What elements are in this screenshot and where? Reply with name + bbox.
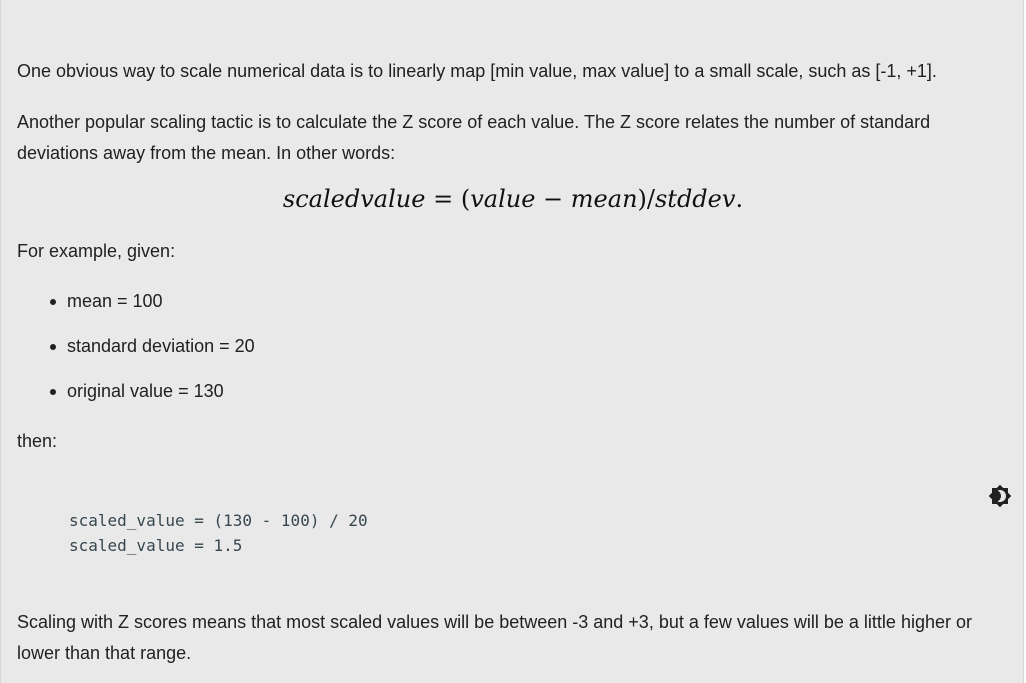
formula-period: . <box>735 185 744 213</box>
formula-stddev: stddev <box>654 185 736 213</box>
code-line: scaled_value = (130 - 100) / 20 <box>69 511 368 530</box>
list-item-text: mean = 100 <box>67 291 163 311</box>
formula-close-paren: )/ <box>637 185 655 213</box>
bullet-icon <box>50 344 56 350</box>
formula-mean: mean <box>570 185 638 213</box>
formula-minus: − <box>543 185 564 213</box>
formula-open-paren: ( <box>460 185 471 213</box>
bullet-icon <box>50 299 56 305</box>
formula-equals: = <box>433 185 454 213</box>
paragraph-z-score-range: Scaling with Z scores means that most sc… <box>17 612 972 663</box>
bullet-icon <box>50 389 56 395</box>
code-block: scaled_value = (130 - 100) / 20 scaled_va… <box>69 508 368 558</box>
formula-lhs: scaledvalue <box>282 185 426 213</box>
formula-value: value <box>470 185 536 213</box>
code-line: scaled_value = 1.5 <box>69 536 243 555</box>
brightness-icon-svg <box>988 484 1012 508</box>
list-item-text: standard deviation = 20 <box>67 336 255 356</box>
paragraph-z-score-intro: Another popular scaling tactic is to cal… <box>17 112 931 163</box>
list-item: standard deviation = 20 <box>17 331 255 376</box>
paragraph-example-given: For example, given: <box>17 241 176 261</box>
paragraph-then: then: <box>17 431 58 451</box>
paragraph-linear-scaling: One obvious way to scale numerical data … <box>17 61 937 81</box>
brightness-icon[interactable] <box>988 484 1012 508</box>
list-item-text: original value = 130 <box>67 381 224 401</box>
z-score-formula: scaledvalue = (value − mean)/stddev. <box>1 182 1025 216</box>
list-item: mean = 100 <box>17 286 255 331</box>
example-values-list: mean = 100 standard deviation = 20 origi… <box>17 286 255 421</box>
content-panel: One obvious way to scale numerical data … <box>0 0 1024 683</box>
list-item: original value = 130 <box>17 376 255 421</box>
